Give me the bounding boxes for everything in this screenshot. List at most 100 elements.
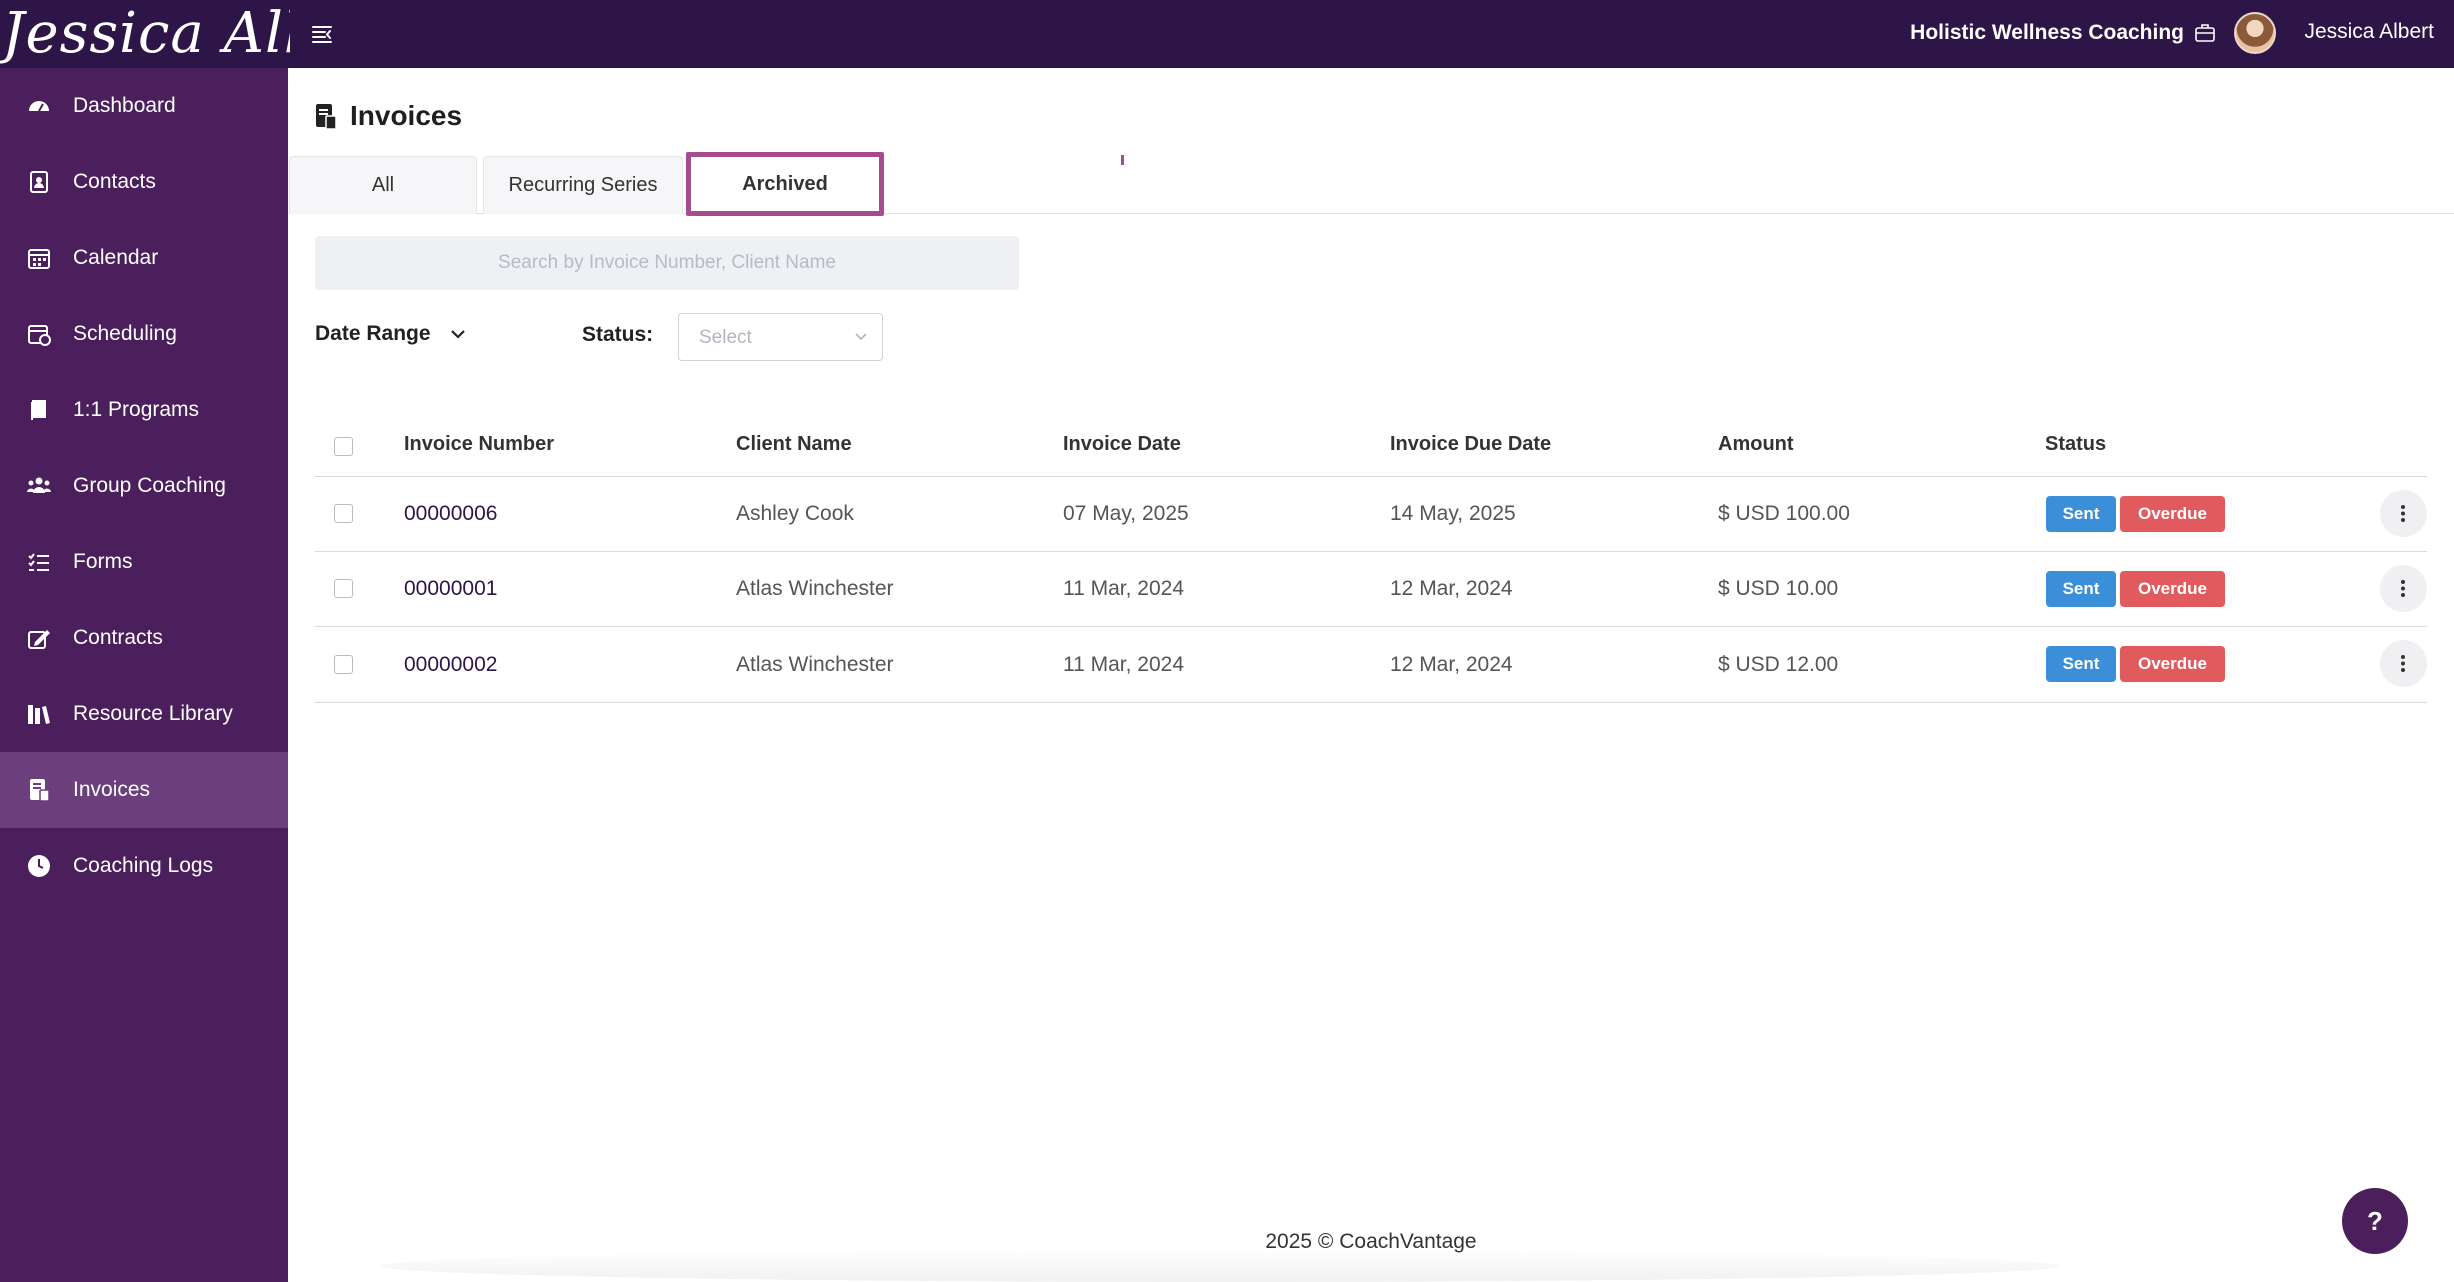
contract-icon: [28, 630, 50, 649]
row-checkbox[interactable]: [334, 504, 353, 523]
invoice-due-date: 12 Mar, 2024: [1390, 577, 1513, 600]
row-checkbox[interactable]: [334, 655, 353, 674]
sidebar-item-label: Resource Library: [73, 702, 233, 725]
sidebar-item-coaching-logs[interactable]: Coaching Logs: [0, 828, 288, 904]
invoice-due-date: 12 Mar, 2024: [1390, 653, 1513, 676]
row-divider: [315, 551, 2427, 552]
calendar-icon: [28, 249, 50, 269]
invoice-number-link[interactable]: 00000001: [404, 577, 497, 601]
sidebar-item-resource-library[interactable]: Resource Library: [0, 676, 288, 752]
user-name[interactable]: Jessica Albert: [2304, 20, 2434, 44]
invoice-number-link[interactable]: 00000002: [404, 653, 497, 677]
column-header-client-name[interactable]: Client Name: [736, 433, 852, 456]
status-badge-overdue: Overdue: [2120, 646, 2225, 682]
clock-icon: [28, 855, 50, 877]
cursor-marker: [1121, 155, 1124, 165]
status-badge-sent: Sent: [2046, 646, 2116, 682]
sidebar-item-label: Contacts: [73, 170, 156, 193]
group-icon: [27, 477, 51, 493]
row-actions-button[interactable]: [2380, 565, 2427, 612]
invoice-date: 11 Mar, 2024: [1063, 577, 1185, 600]
sidebar-item-label: Forms: [73, 550, 133, 573]
footer-shadow: [380, 1250, 2060, 1282]
library-icon: [28, 705, 50, 724]
logo[interactable]: Jessica Albert: [0, 0, 290, 68]
select-all-checkbox[interactable]: [334, 437, 353, 456]
column-header-amount[interactable]: Amount: [1718, 433, 1794, 456]
more-vertical-icon: [2401, 505, 2405, 522]
sidebar-item-label: Scheduling: [73, 322, 177, 345]
more-vertical-icon: [2401, 655, 2405, 672]
row-checkbox[interactable]: [334, 579, 353, 598]
invoice-date: 07 May, 2025: [1063, 502, 1189, 525]
sidebar-item-contacts[interactable]: Contacts: [0, 144, 288, 220]
status-filter-label: Status:: [582, 323, 654, 346]
sidebar-item-label: Contracts: [73, 626, 163, 649]
sidebar-item-label: Coaching Logs: [73, 854, 214, 877]
tab-recurring-series[interactable]: Recurring Series: [483, 156, 683, 214]
help-button[interactable]: ?: [2342, 1188, 2408, 1254]
row-divider: [315, 476, 2427, 477]
sidebar-item-group-coaching[interactable]: Group Coaching: [0, 448, 288, 524]
row-actions-button[interactable]: [2380, 640, 2427, 687]
client-name: Atlas Winchester: [736, 653, 894, 676]
status-select[interactable]: Select: [678, 313, 883, 361]
tab-all[interactable]: All: [289, 156, 477, 214]
sidebar-item-contracts[interactable]: Contracts: [0, 600, 288, 676]
sidebar-item-invoices[interactable]: Invoices: [0, 752, 288, 828]
briefcase-icon[interactable]: [2194, 22, 2216, 44]
sidebar-item-label: Calendar: [73, 246, 159, 269]
client-name: Ashley Cook: [736, 502, 854, 525]
row-divider: [315, 626, 2427, 627]
sidebar-item-label: Dashboard: [73, 94, 176, 117]
sidebar-item-forms[interactable]: Forms: [0, 524, 288, 600]
chevron-down-icon: [450, 330, 465, 339]
menu-toggle-icon[interactable]: [310, 22, 334, 46]
organization-name[interactable]: Holistic Wellness Coaching: [1910, 21, 2184, 45]
sidebar-item-dashboard[interactable]: Dashboard: [0, 68, 288, 144]
invoice-date: 11 Mar, 2024: [1063, 653, 1185, 676]
sidebar-item-scheduling[interactable]: Scheduling: [0, 296, 288, 372]
invoice-amount: $ USD 12.00: [1718, 653, 1839, 676]
dashboard-icon: [29, 101, 49, 112]
row-divider: [315, 702, 2427, 703]
invoice-icon: [30, 779, 50, 802]
book-icon: [31, 400, 46, 420]
scheduling-icon: [28, 325, 51, 346]
invoice-due-date: 14 May, 2025: [1390, 502, 1516, 525]
date-range-label: Date Range: [315, 322, 431, 345]
date-range-dropdown[interactable]: Date Range: [315, 322, 467, 346]
more-vertical-icon: [2401, 580, 2405, 597]
column-header-invoice-date[interactable]: Invoice Date: [1063, 433, 1181, 456]
client-name: Atlas Winchester: [736, 577, 894, 600]
chevron-down-icon: [855, 333, 867, 341]
column-header-status[interactable]: Status: [2045, 433, 2106, 456]
invoice-amount: $ USD 100.00: [1718, 502, 1850, 525]
sidebar-item-label: 1:1 Programs: [73, 398, 200, 421]
invoice-number-link[interactable]: 00000006: [404, 502, 497, 526]
status-badge-sent: Sent: [2046, 496, 2116, 532]
top-bar: Jessica Albert Holistic Wellness Coachin…: [0, 0, 2454, 68]
page-title: Invoices: [350, 100, 463, 131]
status-select-placeholder: Select: [699, 327, 752, 348]
status-badge-overdue: Overdue: [2120, 571, 2225, 607]
row-actions-button[interactable]: [2380, 490, 2427, 537]
sidebar: Dashboard Contacts Calendar Scheduling 1…: [0, 68, 288, 1282]
avatar[interactable]: [2234, 12, 2276, 54]
page-header: Invoices: [314, 98, 462, 134]
footer-copyright: 2025 © CoachVantage: [1265, 1230, 1477, 1253]
column-header-invoice-number[interactable]: Invoice Number: [404, 433, 554, 456]
sidebar-item-programs[interactable]: 1:1 Programs: [0, 372, 288, 448]
invoice-amount: $ USD 10.00: [1718, 577, 1839, 600]
invoice-icon: [316, 104, 337, 130]
status-badge-sent: Sent: [2046, 571, 2116, 607]
sidebar-item-calendar[interactable]: Calendar: [0, 220, 288, 296]
sidebar-item-label: Invoices: [73, 778, 151, 801]
search-input[interactable]: [315, 236, 1019, 290]
contacts-icon: [30, 171, 48, 193]
sidebar-item-label: Group Coaching: [73, 474, 226, 497]
list-icon: [28, 553, 49, 571]
column-header-due-date[interactable]: Invoice Due Date: [1390, 433, 1551, 456]
tab-archived[interactable]: Archived: [686, 152, 884, 216]
status-badge-overdue: Overdue: [2120, 496, 2225, 532]
